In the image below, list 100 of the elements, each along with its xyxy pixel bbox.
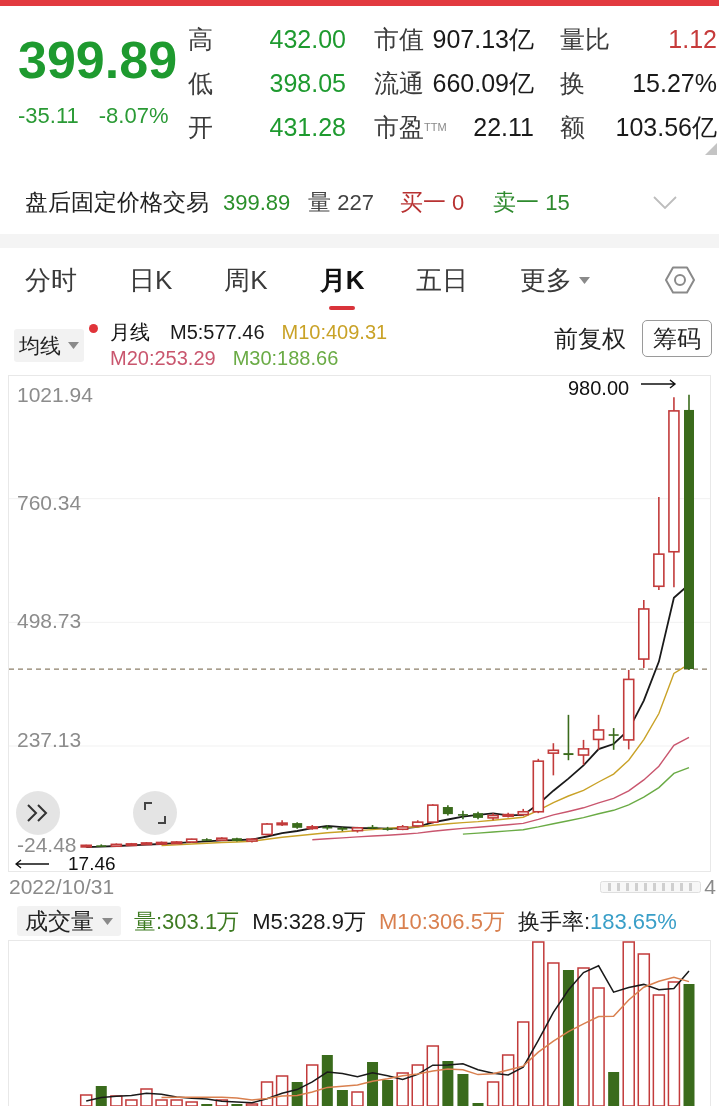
tab[interactable]: 月K (319, 248, 365, 310)
volume-bar (382, 1080, 394, 1106)
ask-label: 卖一 (493, 187, 540, 217)
stat-value: 1.12 (668, 24, 717, 56)
tab[interactable]: 周K (224, 248, 268, 310)
volume-bar (321, 1055, 333, 1106)
axis-label: -24.48 (17, 836, 77, 854)
bid-label: 买一 (400, 187, 446, 217)
candlestick (246, 837, 258, 844)
tab[interactable]: 分时 (25, 248, 77, 310)
candlestick (592, 714, 605, 751)
candlestick (155, 840, 168, 845)
stat-value: 431.28 (269, 112, 346, 144)
indicator-dropdown[interactable]: 成交量 (17, 906, 121, 936)
candlestick (411, 819, 424, 828)
candlestick (367, 824, 378, 830)
tab[interactable]: 五日 (416, 248, 469, 310)
candlestick (487, 812, 499, 822)
chevron-down-icon (653, 195, 677, 209)
volume-bar (95, 1086, 107, 1106)
axis-label: 498.73 (17, 610, 82, 632)
tab[interactable]: 更多 (520, 248, 591, 310)
expand-button[interactable] (653, 195, 677, 209)
after-hours-price: 399.89 (223, 188, 291, 217)
candlestick (473, 810, 483, 821)
volume-bar (442, 1061, 454, 1106)
candlestick (502, 811, 514, 819)
stat-value: 660.09亿 (432, 68, 534, 100)
candlestick (231, 836, 242, 843)
axis-label: 760.34 (17, 492, 82, 514)
candlestick (80, 844, 92, 848)
volume-bar (457, 1074, 469, 1106)
moving-average-reading: M30:188.66 (232, 346, 339, 371)
candlestick (276, 819, 288, 827)
stat-label: 低 (188, 68, 213, 100)
candlestick (140, 841, 153, 846)
period-label: 月线 (110, 320, 150, 345)
adjustment-toggle[interactable]: 前复权 (554, 320, 626, 357)
candlestick (261, 822, 273, 837)
volume-bar (608, 1072, 620, 1106)
candlestick (427, 803, 439, 825)
settings-button[interactable] (665, 265, 695, 295)
candlestick (638, 599, 650, 669)
double-chevron-icon (26, 804, 50, 822)
stat-value: 398.05 (269, 68, 346, 100)
candlestick (292, 821, 303, 830)
percent-change: -8.07% (98, 104, 169, 128)
moving-average-reading: M20:253.29 (110, 346, 216, 371)
stat-label: 换 (560, 68, 585, 100)
candlestick (110, 842, 123, 848)
volume-reading: M5:328.9万 (252, 907, 366, 936)
candlestick (170, 840, 183, 845)
caret-icon (579, 276, 591, 284)
volume-bar (336, 1090, 348, 1106)
price-change: -35.11 (18, 104, 79, 128)
moving-average-reading: M10:409.31 (281, 320, 388, 345)
volume-reading: M10:306.5万 (378, 907, 505, 936)
candlestick (351, 826, 364, 834)
stat-value: 103.56亿 (615, 112, 717, 144)
candlestick (532, 758, 545, 814)
candlestick (201, 837, 212, 842)
current-price: 399.89 (18, 32, 179, 88)
candlestick (125, 842, 138, 847)
candlestick (382, 826, 393, 832)
candlestick (396, 824, 409, 831)
stat-label: 市盈$^{TTM}$ (374, 112, 447, 144)
tab[interactable]: 日K (129, 248, 173, 310)
candlestick (547, 742, 560, 777)
indicator-dropdown[interactable]: 均线 (14, 329, 84, 362)
turnover-value: 183.65% (590, 907, 677, 936)
candlestick (517, 808, 530, 817)
candlestick (96, 843, 107, 848)
candlestick (577, 739, 590, 766)
arrow-left-icon (15, 859, 49, 869)
high-price-label: 980.00 (568, 378, 630, 398)
moving-average-reading: M5:577.46 (170, 320, 265, 345)
candlestick (306, 824, 319, 831)
stat-value: 907.13亿 (432, 24, 534, 56)
axis-label: 1021.94 (17, 384, 93, 406)
candlestick (322, 824, 333, 831)
date-label: 4 (704, 875, 716, 899)
stat-value: 22.11 (473, 112, 534, 144)
double-chevron-button[interactable] (16, 791, 60, 835)
volume-label: 量 (308, 187, 332, 217)
candlestick (216, 836, 228, 842)
stat-label: 市值 (374, 24, 424, 56)
caret-icon (68, 342, 79, 349)
volume-bar (472, 1103, 484, 1106)
stat-label: 高 (188, 24, 213, 56)
turnover-label: 换手率: (517, 907, 590, 936)
corner-triangle-icon (705, 143, 717, 155)
volume-value: 227 (337, 188, 374, 217)
stat-value: 15.27% (632, 68, 717, 100)
fullscreen-button[interactable] (133, 791, 177, 835)
candlestick (563, 714, 574, 761)
chips-button[interactable]: 筹码 (642, 320, 712, 357)
candlestick (457, 810, 468, 821)
bid-value: 0 (452, 188, 465, 217)
caret-icon (102, 917, 113, 925)
axis-label: 237.13 (17, 729, 82, 751)
